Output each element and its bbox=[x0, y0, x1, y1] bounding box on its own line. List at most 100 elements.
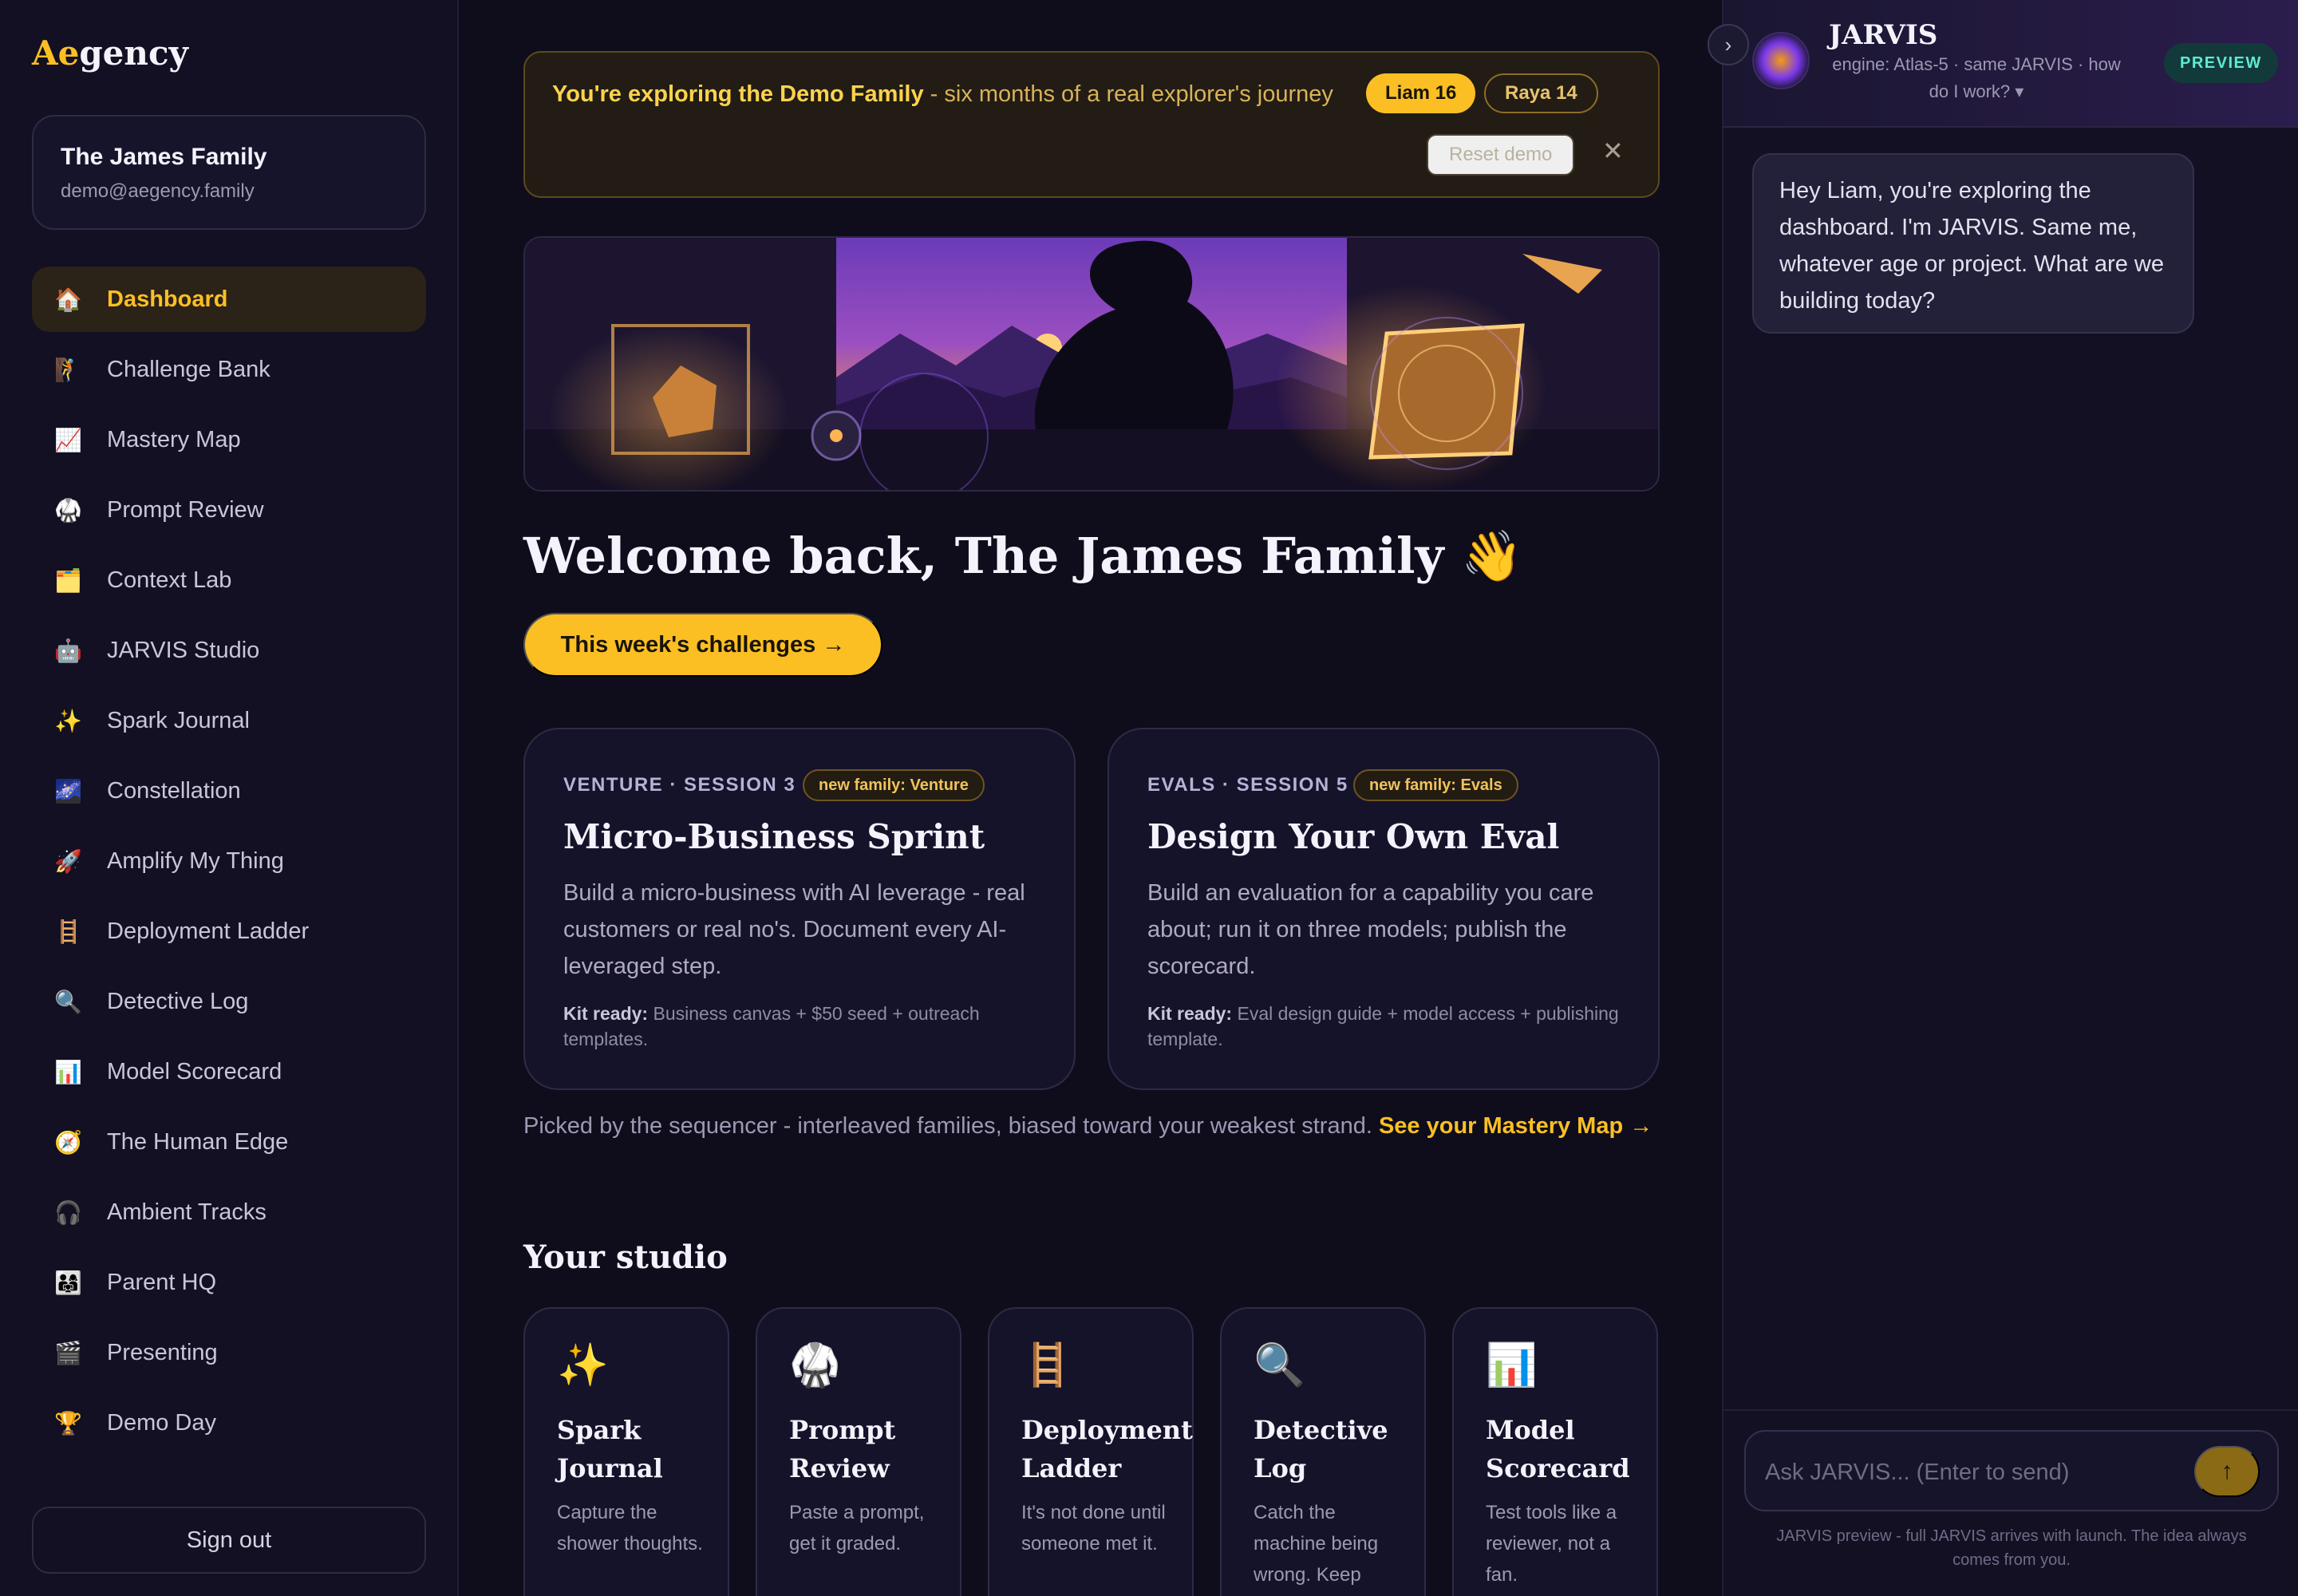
sidebar-item-label: Presenting bbox=[107, 1339, 218, 1365]
headphones-icon: 🎧 bbox=[54, 1199, 82, 1225]
collapse-panel-button[interactable]: › bbox=[1708, 24, 1749, 65]
challenge-description: Build a micro-business with AI leverage … bbox=[563, 880, 1025, 979]
sidebar-item-ambient-tracks[interactable]: 🎧 Ambient Tracks bbox=[32, 1179, 426, 1245]
studio-tile-spark-journal[interactable]: ✨ Spark Journal Capture the shower thoug… bbox=[523, 1307, 729, 1596]
tile-description: Paste a prompt, get it graded. bbox=[789, 1502, 925, 1555]
sidebar-item-dashboard[interactable]: 🏠 Dashboard bbox=[32, 267, 426, 332]
sidebar-item-label: Prompt Review bbox=[107, 496, 264, 523]
family-account-card[interactable]: The James Family demo@aegency.family bbox=[32, 115, 426, 230]
bar-chart-icon: 📊 bbox=[1486, 1342, 1538, 1389]
sidebar-item-model-scorecard[interactable]: 📊 Model Scorecard bbox=[32, 1039, 426, 1104]
banner-text: You're exploring the Demo Family - six m… bbox=[552, 81, 1333, 107]
sidebar: Aegency The James Family demo@aegency.fa… bbox=[0, 0, 459, 1596]
sidebar-item-amplify-my-thing[interactable]: 🚀 Amplify My Thing bbox=[32, 828, 426, 894]
tile-title: Deployment Ladder bbox=[1021, 1415, 1193, 1483]
sidebar-item-label: Challenge Bank bbox=[107, 356, 270, 382]
tile-title: Detective Log bbox=[1254, 1415, 1388, 1483]
preview-footnote: JARVIS preview - full JARVIS arrives wit… bbox=[1776, 1527, 2247, 1569]
martial-arts-uniform-icon: 🥋 bbox=[54, 497, 82, 523]
new-family-badge: new family: Evals bbox=[1353, 769, 1518, 801]
sidebar-item-context-lab[interactable]: 🗂️ Context Lab bbox=[32, 547, 426, 613]
sidebar-item-label: Spark Journal bbox=[107, 707, 250, 733]
engine-info-toggle[interactable]: engine: Atlas-5 · same JARVIS · how do I… bbox=[1829, 51, 2124, 105]
sidebar-item-label: JARVIS Studio bbox=[107, 637, 260, 663]
sidebar-item-mastery-map[interactable]: 📈 Mastery Map bbox=[32, 407, 426, 472]
sidebar-item-label: Ambient Tracks bbox=[107, 1199, 267, 1225]
family-name: The James Family bbox=[61, 144, 267, 170]
sidebar-item-label: Model Scorecard bbox=[107, 1058, 282, 1084]
explorer-chip-liam[interactable]: Liam 16 bbox=[1366, 73, 1476, 113]
chart-up-icon: 📈 bbox=[54, 427, 82, 452]
card-index-dividers-icon: 🗂️ bbox=[54, 567, 82, 593]
sidebar-item-label: Constellation bbox=[107, 777, 241, 804]
sequencer-note: Picked by the sequencer - interleaved fa… bbox=[523, 1113, 1653, 1139]
sidebar-item-demo-day[interactable]: 🏆 Demo Day bbox=[32, 1390, 426, 1456]
sidebar-item-label: Deployment Ladder bbox=[107, 918, 310, 944]
studio-tile-model-scorecard[interactable]: 📊 Model Scorecard Test tools like a revi… bbox=[1452, 1307, 1658, 1596]
new-family-badge: new family: Venture bbox=[803, 769, 985, 801]
tile-title: Prompt Review bbox=[789, 1415, 896, 1483]
challenge-kit: Kit ready: Business canvas + $50 seed + … bbox=[563, 1003, 980, 1049]
sidebar-item-prompt-review[interactable]: 🥋 Prompt Review bbox=[32, 477, 426, 543]
family-icon: 👨‍👩‍👧 bbox=[54, 1270, 82, 1295]
send-button[interactable]: ↑ bbox=[2194, 1446, 2260, 1497]
close-icon[interactable]: ✕ bbox=[1602, 136, 1624, 166]
sidebar-item-deployment-ladder[interactable]: 🪜 Deployment Ladder bbox=[32, 899, 426, 964]
robot-icon: 🤖 bbox=[54, 638, 82, 663]
sparkles-icon: ✨ bbox=[54, 708, 82, 733]
challenge-title: Micro-Business Sprint bbox=[563, 817, 985, 856]
sidebar-item-spark-journal[interactable]: ✨ Spark Journal bbox=[32, 688, 426, 753]
hero-illustration bbox=[523, 236, 1660, 492]
explorer-chip-raya[interactable]: Raya 14 bbox=[1484, 73, 1598, 113]
martial-arts-uniform-icon: 🥋 bbox=[789, 1342, 841, 1389]
challenge-kicker: VENTURE · SESSION 3 bbox=[563, 774, 796, 796]
challenge-card-venture[interactable]: VENTURE · SESSION 3 new family: Venture … bbox=[523, 728, 1076, 1090]
sidebar-item-label: The Human Edge bbox=[107, 1128, 289, 1155]
sidebar-item-label: Amplify My Thing bbox=[107, 847, 284, 874]
sidebar-item-detective-log[interactable]: 🔍 Detective Log bbox=[32, 969, 426, 1034]
tile-description: It's not done until someone met it. bbox=[1021, 1502, 1166, 1555]
sidebar-item-challenge-bank[interactable]: 🧗 Challenge Bank bbox=[32, 337, 426, 402]
arrow-up-icon: ↑ bbox=[2221, 1458, 2233, 1484]
sidebar-item-jarvis-studio[interactable]: 🤖 JARVIS Studio bbox=[32, 618, 426, 683]
trophy-icon: 🏆 bbox=[54, 1410, 82, 1436]
tile-description: Test tools like a reviewer, not a fan. bbox=[1486, 1502, 1617, 1586]
clapper-board-icon: 🎬 bbox=[54, 1340, 82, 1365]
jarvis-composer: ↑ JARVIS preview - full JARVIS arrives w… bbox=[1724, 1409, 2298, 1596]
jarvis-header: JARVIS engine: Atlas-5 · same JARVIS · h… bbox=[1724, 0, 2298, 128]
ask-jarvis-input[interactable] bbox=[1765, 1452, 2180, 1492]
sidebar-item-label: Dashboard bbox=[107, 286, 228, 312]
milky-way-icon: 🌌 bbox=[54, 778, 82, 804]
studio-tile-prompt-review[interactable]: 🥋 Prompt Review Paste a prompt, get it g… bbox=[756, 1307, 961, 1596]
jarvis-panel: JARVIS engine: Atlas-5 · same JARVIS · h… bbox=[1708, 0, 2298, 1596]
mastery-map-link[interactable]: See your Mastery Map → bbox=[1379, 1113, 1652, 1139]
sidebar-item-label: Parent HQ bbox=[107, 1269, 216, 1295]
sidebar-item-constellation[interactable]: 🌌 Constellation bbox=[32, 758, 426, 824]
climber-icon: 🧗 bbox=[54, 357, 82, 382]
sign-out-button[interactable]: Sign out bbox=[32, 1507, 426, 1574]
weekly-challenges-button[interactable]: This week's challenges → bbox=[523, 613, 882, 677]
sidebar-item-presenting[interactable]: 🎬 Presenting bbox=[32, 1320, 426, 1385]
sidebar-item-label: Detective Log bbox=[107, 988, 249, 1014]
ask-box: ↑ bbox=[1744, 1430, 2279, 1511]
ladder-icon: 🪜 bbox=[54, 918, 82, 944]
studio-tile-deployment-ladder[interactable]: 🪜 Deployment Ladder It's not done until … bbox=[988, 1307, 1194, 1596]
magnifier-icon: 🔍 bbox=[1254, 1342, 1305, 1389]
sidebar-item-the-human-edge[interactable]: 🧭 The Human Edge bbox=[32, 1109, 426, 1175]
challenge-card-evals[interactable]: EVALS · SESSION 5 new family: Evals Desi… bbox=[1108, 728, 1660, 1090]
reset-demo-button[interactable]: Reset demo bbox=[1427, 134, 1575, 176]
sparkles-icon: ✨ bbox=[557, 1342, 609, 1389]
tile-description: Catch the machine being wrong. Keep bbox=[1254, 1502, 1379, 1586]
tile-title: Model Scorecard bbox=[1486, 1415, 1630, 1483]
sidebar-item-parent-hq[interactable]: 👨‍👩‍👧 Parent HQ bbox=[32, 1250, 426, 1315]
aegency-logo[interactable]: Aegency bbox=[32, 34, 188, 73]
magnifier-icon: 🔍 bbox=[54, 989, 82, 1014]
hero-scene-art bbox=[525, 238, 1658, 490]
sidebar-item-label: Demo Day bbox=[107, 1409, 216, 1436]
studio-tile-detective-log[interactable]: 🔍 Detective Log Catch the machine being … bbox=[1220, 1307, 1426, 1596]
jarvis-title: JARVIS bbox=[1829, 19, 1938, 51]
challenge-title: Design Your Own Eval bbox=[1147, 817, 1560, 856]
rocket-icon: 🚀 bbox=[54, 848, 82, 874]
chevron-right-icon: › bbox=[1724, 32, 1732, 57]
jarvis-message: Hey Liam, you're exploring the dashboard… bbox=[1752, 153, 2194, 334]
